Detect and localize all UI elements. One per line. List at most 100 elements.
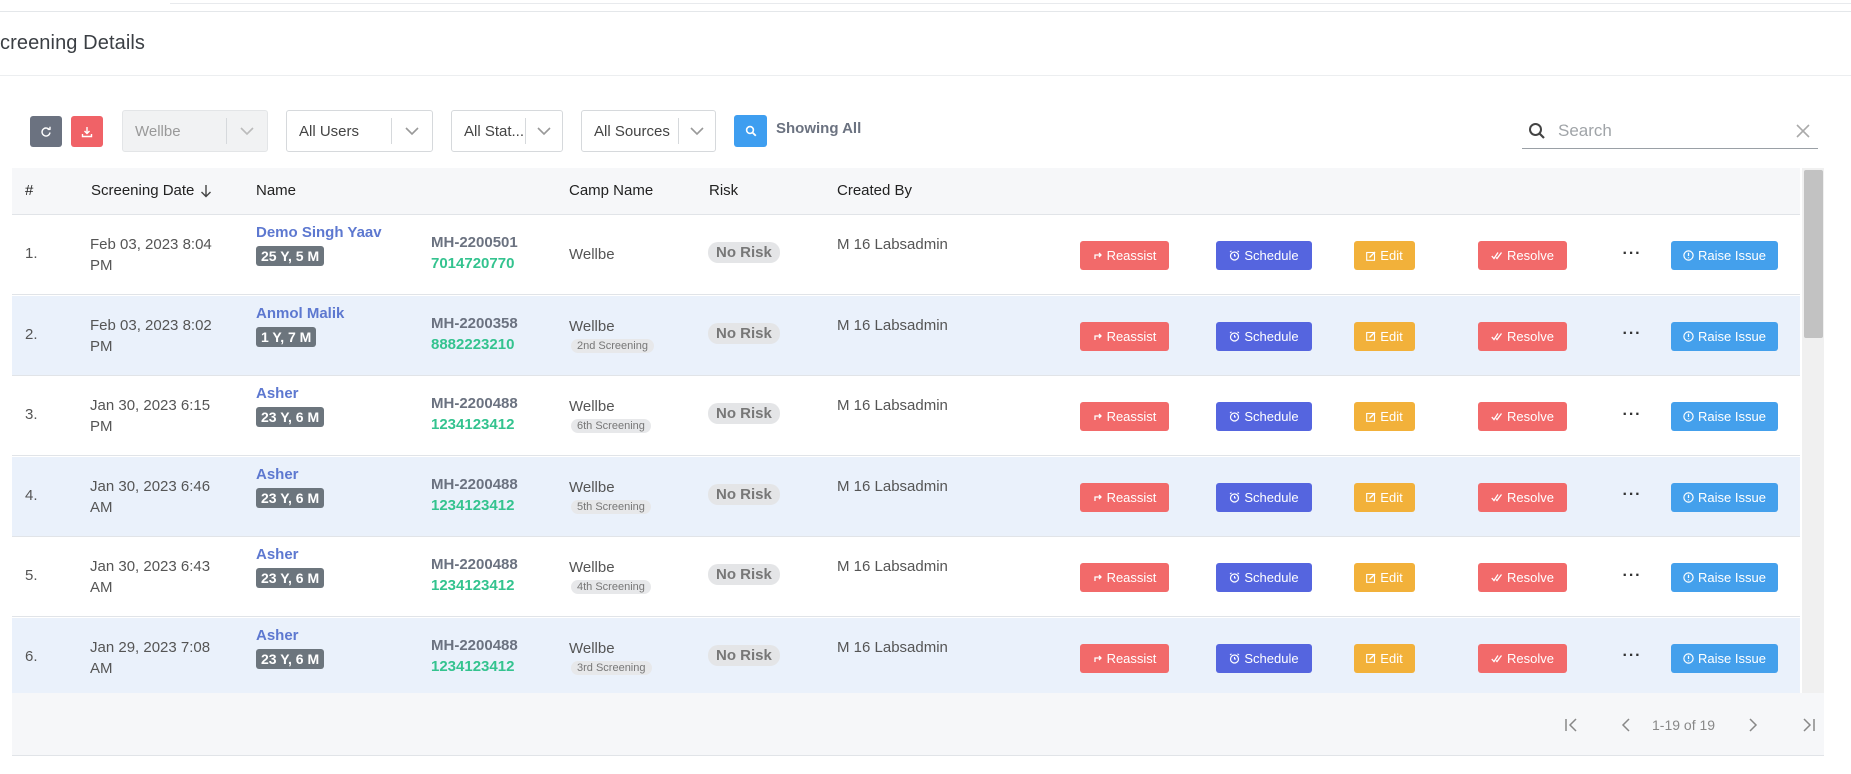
reassist-icon	[1093, 655, 1102, 662]
next-page-icon[interactable]	[1741, 715, 1765, 735]
resolve-button[interactable]: Resolve	[1478, 402, 1567, 431]
raise-issue-button[interactable]: Raise Issue	[1671, 482, 1778, 512]
resolve-button[interactable]: Resolve	[1478, 643, 1567, 673]
prev-page-icon[interactable]	[1614, 715, 1638, 735]
edit-button[interactable]: Edit	[1354, 563, 1415, 592]
schedule-button[interactable]: Schedule	[1216, 643, 1312, 673]
patient-name-link[interactable]: Anmol Malik	[256, 305, 344, 322]
schedule-button[interactable]: Schedule	[1216, 402, 1312, 431]
schedule-button[interactable]: Schedule	[1216, 482, 1312, 512]
screening-date: Feb 03, 2023 8:02 PM	[90, 316, 212, 355]
table-row: 3. Jan 30, 2023 6:15 PM Asher 23 Y, 6 M …	[12, 376, 1800, 456]
raise-issue-button[interactable]: Raise Issue	[1671, 402, 1778, 431]
download-icon	[81, 126, 93, 137]
edit-icon	[1366, 492, 1376, 502]
resolve-button[interactable]: Resolve	[1478, 241, 1567, 270]
sort-arrow-down-icon	[201, 184, 212, 197]
first-page-icon[interactable]	[1560, 715, 1584, 735]
reassist-button[interactable]: Reassist	[1080, 563, 1169, 592]
patient-name-link[interactable]: Asher	[256, 466, 299, 483]
status-select[interactable]: All Stat...	[451, 110, 563, 152]
created-by: M 16 Labsadmin	[837, 236, 948, 253]
screening-date: Jan 29, 2023 7:08 AM	[90, 638, 211, 677]
resolve-label: Resolve	[1507, 570, 1554, 585]
raise-issue-button[interactable]: Raise Issue	[1671, 321, 1778, 351]
edit-icon	[1366, 573, 1376, 583]
more-options-icon[interactable]: ···	[1617, 320, 1647, 349]
raise-issue-button[interactable]: Raise Issue	[1671, 643, 1778, 673]
more-options-icon[interactable]: ···	[1617, 561, 1647, 590]
chevron-down-icon	[227, 111, 267, 151]
resolve-label: Resolve	[1507, 409, 1554, 424]
screening-date: Jan 30, 2023 6:15 PM	[90, 397, 211, 435]
reassist-icon	[1093, 494, 1102, 501]
reassist-label: Reassist	[1106, 409, 1157, 424]
search-input[interactable]	[1552, 121, 1788, 141]
last-page-icon[interactable]	[1796, 715, 1820, 735]
patient-id: MH-2200358	[431, 314, 518, 332]
info-circle-icon	[1683, 652, 1694, 664]
raise-issue-button[interactable]: Raise Issue	[1671, 563, 1778, 592]
screening-date: Jan 30, 2023 6:43 AM	[90, 558, 211, 596]
age-badge: 23 Y, 6 M	[256, 568, 325, 588]
edit-button[interactable]: Edit	[1354, 482, 1415, 512]
schedule-label: Schedule	[1244, 650, 1299, 666]
refresh-button[interactable]	[30, 116, 62, 147]
status-select-value: All Stat...	[464, 122, 525, 140]
users-select[interactable]: All Users	[286, 110, 433, 152]
schedule-button[interactable]: Schedule	[1216, 241, 1312, 270]
reassist-button[interactable]: Reassist	[1080, 482, 1169, 512]
age-badge: 23 Y, 6 M	[256, 648, 325, 669]
refresh-icon	[41, 126, 51, 137]
schedule-button[interactable]: Schedule	[1216, 321, 1312, 351]
reassist-button[interactable]: Reassist	[1080, 402, 1169, 431]
more-options-icon[interactable]: ···	[1617, 481, 1647, 510]
clear-search-icon[interactable]	[1788, 124, 1818, 138]
resolve-label: Resolve	[1507, 650, 1554, 666]
patient-id: MH-2200488	[431, 395, 518, 412]
resolve-button[interactable]: Resolve	[1478, 321, 1567, 351]
reassist-button[interactable]: Reassist	[1080, 321, 1169, 351]
double-check-icon	[1491, 332, 1503, 341]
info-circle-icon	[1683, 250, 1694, 261]
created-by: M 16 Labsadmin	[837, 558, 948, 575]
table-row: 2. Feb 03, 2023 8:02 PM Anmol Malik 1 Y,…	[12, 295, 1800, 376]
reassist-button[interactable]: Reassist	[1080, 643, 1169, 673]
info-circle-icon	[1683, 330, 1694, 342]
edit-button[interactable]: Edit	[1354, 643, 1415, 673]
screening-count-tag: 3rd Screening	[571, 660, 652, 675]
patient-phone: 7014720770	[431, 255, 515, 272]
camp-name: Wellbe	[569, 639, 615, 657]
edit-label: Edit	[1380, 570, 1403, 585]
edit-button[interactable]: Edit	[1354, 241, 1415, 270]
more-options-icon[interactable]: ···	[1617, 239, 1647, 268]
edit-button[interactable]: Edit	[1354, 321, 1415, 351]
header-risk: Risk	[709, 182, 739, 199]
edit-button[interactable]: Edit	[1354, 402, 1415, 431]
sources-select[interactable]: All Sources	[581, 110, 716, 152]
more-options-icon[interactable]: ···	[1617, 642, 1647, 671]
patient-name-link[interactable]: Asher	[256, 627, 299, 644]
scrollbar-thumb[interactable]	[1804, 170, 1823, 338]
resolve-button[interactable]: Resolve	[1478, 482, 1567, 512]
org-select[interactable]: Wellbe	[122, 110, 268, 152]
patient-name-link[interactable]: Asher	[256, 385, 299, 402]
camp-name: Wellbe	[569, 559, 615, 576]
raise-issue-button[interactable]: Raise Issue	[1671, 241, 1778, 270]
reassist-label: Reassist	[1106, 650, 1157, 666]
edit-label: Edit	[1380, 409, 1403, 424]
resolve-button[interactable]: Resolve	[1478, 563, 1567, 592]
age-badge: 23 Y, 6 M	[256, 487, 325, 508]
table-row: 1. Feb 03, 2023 8:04 PM Demo Singh Yaav …	[12, 215, 1800, 295]
header-screening-date[interactable]: Screening Date	[91, 182, 212, 199]
more-options-icon[interactable]: ···	[1617, 400, 1647, 429]
age-badge: 23 Y, 6 M	[256, 407, 325, 427]
download-button[interactable]	[71, 116, 103, 147]
patient-id: MH-2200488	[431, 556, 518, 573]
patient-name-link[interactable]: Asher	[256, 546, 299, 563]
apply-filter-button[interactable]	[734, 115, 767, 147]
reassist-button[interactable]: Reassist	[1080, 241, 1169, 270]
patient-name-link[interactable]: Demo Singh Yaav	[256, 224, 382, 241]
schedule-button[interactable]: Schedule	[1216, 563, 1312, 592]
header-name: Name	[256, 182, 297, 199]
